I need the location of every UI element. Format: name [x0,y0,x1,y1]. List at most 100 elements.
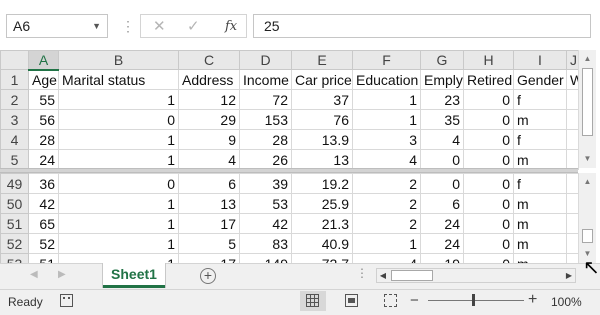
cell-i49[interactable]: f [513,173,567,194]
cell-h3[interactable]: 0 [463,109,514,130]
cell-h5[interactable]: 0 [463,149,514,170]
cell-b1[interactable]: Marital status [58,69,179,90]
row-header[interactable]: 49 [0,173,29,194]
cancel-icon[interactable]: ✕ [153,17,166,35]
zoom-out-button[interactable]: − [410,292,419,309]
cell-a49[interactable]: 36 [28,173,59,194]
scroll-thumb[interactable] [391,270,433,281]
insert-function-icon[interactable]: fx [225,19,237,34]
name-box[interactable]: A6 ▼ [6,14,108,38]
cell-h4[interactable]: 0 [463,129,514,150]
cell-d5[interactable]: 26 [239,149,292,170]
cell-a51[interactable]: 65 [28,213,59,234]
cell-c5[interactable]: 4 [178,149,240,170]
cell-f51[interactable]: 2 [352,213,421,234]
cell-f2[interactable]: 1 [352,89,421,110]
column-header-c[interactable]: C [178,50,240,70]
cell-g5[interactable]: 0 [420,149,464,170]
cell-j2[interactable] [566,89,579,110]
cell-a3[interactable]: 56 [28,109,59,130]
cell-e4[interactable]: 13.9 [291,129,353,150]
cell-e49[interactable]: 19.2 [291,173,353,194]
row-header[interactable]: 2 [0,89,29,110]
cell-h2[interactable]: 0 [463,89,514,110]
scroll-thumb[interactable] [582,229,593,243]
cell-b2[interactable]: 1 [58,89,179,110]
cell-d4[interactable]: 28 [239,129,292,150]
cell-c50[interactable]: 13 [178,193,240,214]
cell-d49[interactable]: 39 [239,173,292,194]
cell-d50[interactable]: 53 [239,193,292,214]
cell-c4[interactable]: 9 [178,129,240,150]
column-header-i[interactable]: I [513,50,567,70]
cell-i52[interactable]: m [513,233,567,254]
zoom-in-button[interactable]: + [528,291,537,309]
formula-input[interactable]: 25 [253,14,591,38]
row-header[interactable]: 50 [0,193,29,214]
cell-j4[interactable] [566,129,579,150]
cell-i2[interactable]: f [513,89,567,110]
cell-b4[interactable]: 1 [58,129,179,150]
cell-i51[interactable]: m [513,213,567,234]
vertical-scrollbar-bottom[interactable]: ▲ ▼ [578,173,596,263]
cell-d2[interactable]: 72 [239,89,292,110]
column-header-e[interactable]: E [291,50,353,70]
vertical-scrollbar-top[interactable]: ▲ ▼ [578,50,596,168]
scroll-up-icon[interactable]: ▲ [581,52,594,65]
column-header-b[interactable]: B [58,50,179,70]
column-header-g[interactable]: G [420,50,464,70]
row-header[interactable]: 51 [0,213,29,234]
cell-e1[interactable]: Car price [291,69,353,90]
zoom-slider-thumb[interactable] [472,294,475,306]
cell-f4[interactable]: 3 [352,129,421,150]
cell-b51[interactable]: 1 [58,213,179,234]
column-header-h[interactable]: H [463,50,514,70]
page-layout-view-button[interactable] [339,291,365,311]
cell-g1[interactable]: Emply [420,69,464,90]
cell-d1[interactable]: Income [239,69,292,90]
zoom-level[interactable]: 100% [551,295,582,309]
column-header-d[interactable]: D [239,50,292,70]
scroll-thumb[interactable] [582,68,593,136]
cell-j49[interactable] [566,173,579,194]
cell-h1[interactable]: Retired [463,69,514,90]
cell-b52[interactable]: 1 [58,233,179,254]
cell-f3[interactable]: 1 [352,109,421,130]
cell-j51[interactable] [566,213,579,234]
row-header[interactable]: 5 [0,149,29,170]
row-header[interactable]: 52 [0,233,29,254]
cell-d51[interactable]: 42 [239,213,292,234]
cell-g3[interactable]: 35 [420,109,464,130]
tab-splitter-icon[interactable]: ⋮ [356,266,368,280]
cell-c49[interactable]: 6 [178,173,240,194]
cell-f52[interactable]: 1 [352,233,421,254]
cell-j1[interactable]: Wire [566,69,579,90]
cell-g50[interactable]: 6 [420,193,464,214]
cell-b3[interactable]: 0 [58,109,179,130]
add-sheet-icon[interactable]: + [200,268,216,284]
cell-a50[interactable]: 42 [28,193,59,214]
cell-c51[interactable]: 17 [178,213,240,234]
cell-a1[interactable]: Age [28,69,59,90]
scroll-left-icon[interactable]: ◀ [377,269,389,282]
scroll-right-icon[interactable]: ▶ [563,269,575,282]
cell-c1[interactable]: Address [178,69,240,90]
cell-e3[interactable]: 76 [291,109,353,130]
cell-j5[interactable] [566,149,579,170]
cell-e52[interactable]: 40.9 [291,233,353,254]
cell-b49[interactable]: 0 [58,173,179,194]
enter-icon[interactable]: ✓ [187,17,200,35]
horizontal-scrollbar[interactable]: ◀ ▶ [376,268,576,283]
cell-h50[interactable]: 0 [463,193,514,214]
cell-a2[interactable]: 55 [28,89,59,110]
cell-f1[interactable]: Education [352,69,421,90]
normal-view-button[interactable] [300,291,326,311]
cell-j50[interactable] [566,193,579,214]
cell-g2[interactable]: 23 [420,89,464,110]
cell-e5[interactable]: 13 [291,149,353,170]
cell-a5[interactable]: 24 [28,149,59,170]
cell-g51[interactable]: 24 [420,213,464,234]
cell-g49[interactable]: 0 [420,173,464,194]
column-header-a[interactable]: A [28,50,59,71]
cell-j52[interactable] [566,233,579,254]
